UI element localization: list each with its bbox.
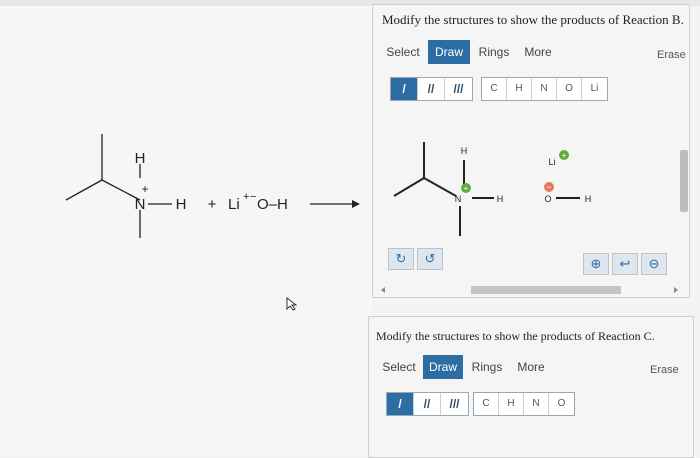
atom-c-button-c[interactable]: C bbox=[474, 393, 499, 415]
atom-li-button[interactable]: Li bbox=[582, 78, 607, 100]
tab-more-c[interactable]: More bbox=[511, 355, 551, 379]
atom-tools-c: C H N O bbox=[473, 392, 575, 416]
atom-c-button[interactable]: C bbox=[482, 78, 507, 100]
reaction-c-panel: Modify the structures to show the produc… bbox=[368, 316, 694, 458]
atom-n-button-c[interactable]: N bbox=[524, 393, 549, 415]
n-label: N bbox=[135, 196, 146, 213]
drawing-canvas[interactable]: H N + H Li + − O H bbox=[380, 118, 676, 288]
li-plus-sign: + bbox=[562, 151, 567, 160]
o-minus-sign: − bbox=[546, 182, 551, 192]
mouse-cursor-icon bbox=[286, 297, 298, 311]
atom-o-button[interactable]: O bbox=[557, 78, 582, 100]
n-plus-sign: + bbox=[464, 184, 469, 193]
horizontal-scrollbar[interactable] bbox=[378, 285, 680, 295]
tab-more[interactable]: More bbox=[518, 40, 558, 64]
double-bond-button[interactable]: // bbox=[418, 78, 445, 100]
panel-c-title: Modify the structures to show the produc… bbox=[376, 329, 655, 343]
bond-tools-c: / // /// bbox=[386, 392, 469, 416]
panel-b-title: Modify the structures to show the produc… bbox=[382, 12, 684, 27]
o-charge: − bbox=[250, 191, 256, 203]
canvas-h-top: H bbox=[461, 146, 468, 156]
tab-draw[interactable]: Draw bbox=[428, 40, 470, 64]
atom-h-button-c[interactable]: H bbox=[499, 393, 524, 415]
canvas-h-right: H bbox=[497, 194, 504, 204]
erase-button-c[interactable]: Erase bbox=[650, 364, 679, 376]
vertical-scrollbar[interactable] bbox=[680, 150, 688, 212]
atom-n-button[interactable]: N bbox=[532, 78, 557, 100]
triple-bond-button[interactable]: /// bbox=[445, 78, 472, 100]
tab-rings[interactable]: Rings bbox=[475, 40, 513, 64]
erase-button[interactable]: Erase bbox=[657, 49, 686, 61]
tab-select-c[interactable]: Select bbox=[379, 355, 419, 379]
canvas-o: O bbox=[544, 194, 551, 204]
h-right-label: H bbox=[176, 196, 187, 213]
triple-bond-button-c[interactable]: /// bbox=[441, 393, 468, 415]
canvas-n: N bbox=[455, 194, 462, 204]
plus-sign: + bbox=[208, 196, 217, 213]
single-bond-button-c[interactable]: / bbox=[387, 393, 414, 415]
li-charge: + bbox=[243, 191, 249, 203]
canvas-li: Li bbox=[548, 157, 555, 167]
li-label: Li bbox=[228, 196, 240, 213]
tab-draw-c[interactable]: Draw bbox=[423, 355, 463, 379]
atom-h-button[interactable]: H bbox=[507, 78, 532, 100]
tab-rings-c[interactable]: Rings bbox=[468, 355, 506, 379]
double-bond-button-c[interactable]: // bbox=[414, 393, 441, 415]
oh-label: O–H bbox=[257, 196, 288, 213]
atom-tools: C H N O Li bbox=[481, 77, 608, 101]
canvas-oh-h: H bbox=[585, 194, 592, 204]
single-bond-button[interactable]: / bbox=[391, 78, 418, 100]
n-charge: + bbox=[141, 182, 148, 196]
atom-o-button-c[interactable]: O bbox=[549, 393, 574, 415]
bond-tools: / // /// bbox=[390, 77, 473, 101]
h-top-label: H bbox=[135, 150, 146, 167]
tab-select[interactable]: Select bbox=[383, 40, 423, 64]
reaction-scheme: H + N H + Li + − O–H bbox=[65, 134, 360, 238]
